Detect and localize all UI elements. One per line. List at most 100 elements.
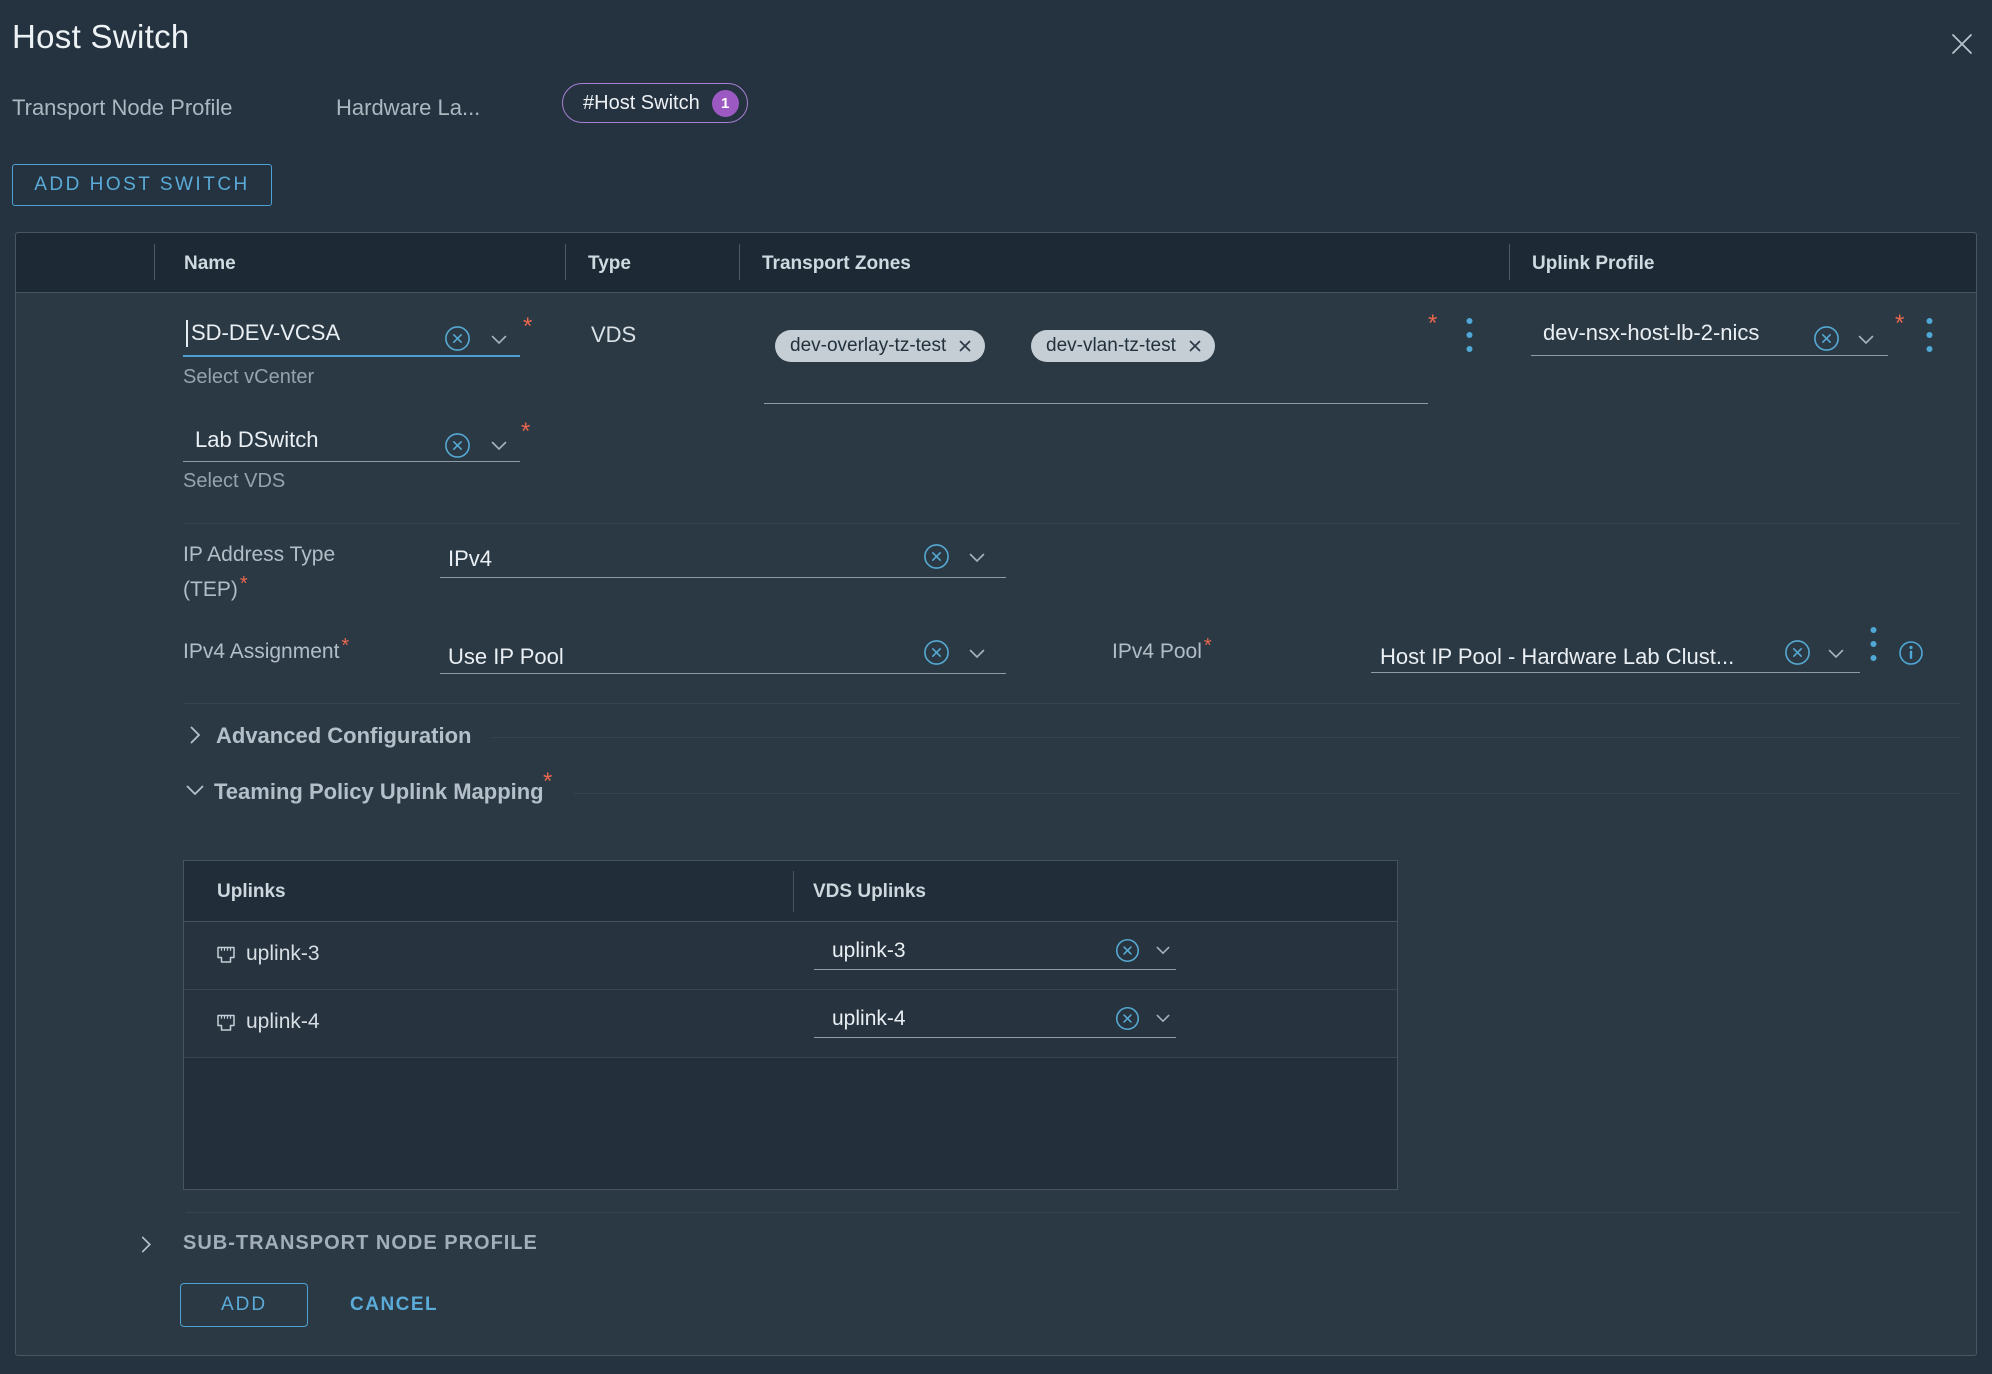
column-divider xyxy=(565,244,566,280)
uplink-name: uplink-3 xyxy=(246,942,320,966)
field-underline xyxy=(764,403,1428,404)
required-asterisk: * xyxy=(523,315,532,339)
column-header-transport-zones: Transport Zones xyxy=(762,253,911,275)
section-divider xyxy=(183,703,1960,704)
host-switch-tag-pill[interactable]: #Host Switch 1 xyxy=(562,83,748,123)
chevron-down-icon[interactable] xyxy=(186,785,204,796)
vds-uplink-select[interactable]: uplink-4 xyxy=(814,1000,1176,1038)
clear-vds-icon[interactable] xyxy=(444,432,471,459)
page-title: Host Switch xyxy=(12,18,190,56)
tab-transport-node-profile[interactable]: Transport Node Profile xyxy=(12,95,233,121)
column-header-type: Type xyxy=(588,253,631,275)
teaming-table-row: uplink-3 uplink-3 xyxy=(184,922,1397,990)
add-host-switch-button[interactable]: ADD HOST SWITCH xyxy=(12,164,272,206)
required-asterisk: * xyxy=(1428,312,1437,336)
uplink-profile-kebab-icon[interactable] xyxy=(1926,317,1933,353)
field-underline xyxy=(183,355,520,357)
grid-header-row xyxy=(16,233,1976,293)
host-switch-dialog: Host Switch Transport Node Profile Hardw… xyxy=(0,0,1992,1374)
add-button[interactable]: ADD xyxy=(180,1283,308,1327)
clear-uplink-profile-icon[interactable] xyxy=(1813,325,1840,352)
teaming-table-header: Uplinks VDS Uplinks xyxy=(184,861,1397,922)
chevron-down-icon[interactable] xyxy=(491,335,507,345)
tag-count-badge: 1 xyxy=(712,90,739,117)
section-divider xyxy=(183,523,1960,524)
ipv4-assignment-select-value[interactable]: Use IP Pool xyxy=(448,644,564,670)
field-underline xyxy=(440,577,1006,578)
ip-address-type-label: IP Address Type xyxy=(183,543,335,567)
uplink-name: uplink-4 xyxy=(246,1010,320,1034)
column-divider xyxy=(154,244,155,280)
vcenter-select-value[interactable]: SD-DEV-VCSA xyxy=(191,320,340,346)
column-header-uplinks: Uplinks xyxy=(217,881,286,903)
type-value: VDS xyxy=(591,322,636,348)
required-asterisk: * xyxy=(1895,312,1904,336)
section-rule xyxy=(574,793,1960,794)
required-asterisk: * xyxy=(1204,635,1212,657)
chevron-down-icon[interactable] xyxy=(1828,649,1844,659)
chevron-down-icon[interactable] xyxy=(1858,335,1874,345)
clear-vds-uplink-icon[interactable] xyxy=(1115,938,1140,963)
column-divider xyxy=(1509,244,1510,280)
chevron-down-icon[interactable] xyxy=(1156,1014,1170,1023)
ipv4-pool-select-value[interactable]: Host IP Pool - Hardware Lab Clust... xyxy=(1380,644,1734,670)
vds-helper-text: Select VDS xyxy=(183,470,285,493)
chip-label: dev-overlay-tz-test xyxy=(790,335,946,357)
vds-uplink-select[interactable]: uplink-3 xyxy=(814,932,1176,970)
info-icon[interactable] xyxy=(1898,640,1924,666)
ip-address-type-label-line2: (TEP)* xyxy=(183,578,248,602)
column-divider xyxy=(793,871,794,912)
transport-zone-chip: dev-overlay-tz-test xyxy=(775,330,985,362)
ip-address-type-select-value[interactable]: IPv4 xyxy=(448,546,492,572)
clear-ipv4-assignment-icon[interactable] xyxy=(923,639,950,666)
clear-vcenter-icon[interactable] xyxy=(444,325,471,352)
remove-chip-icon[interactable] xyxy=(958,339,972,353)
chevron-down-icon[interactable] xyxy=(969,553,985,563)
chevron-down-icon[interactable] xyxy=(491,441,507,451)
section-advanced-configuration[interactable]: Advanced Configuration xyxy=(216,723,471,749)
tag-label: #Host Switch xyxy=(583,92,700,115)
section-teaming-policy[interactable]: Teaming Policy Uplink Mapping xyxy=(214,779,544,805)
ethernet-port-icon xyxy=(214,944,238,968)
clear-ip-type-icon[interactable] xyxy=(923,543,950,570)
clear-vds-uplink-icon[interactable] xyxy=(1115,1006,1140,1031)
column-header-vds-uplinks: VDS Uplinks xyxy=(813,881,926,903)
close-icon[interactable] xyxy=(1948,30,1976,58)
vds-uplink-select-value: uplink-4 xyxy=(832,1007,1115,1031)
chevron-right-icon[interactable] xyxy=(190,726,201,744)
column-divider xyxy=(739,244,740,280)
required-asterisk: * xyxy=(521,420,530,444)
vcenter-helper-text: Select vCenter xyxy=(183,366,314,389)
chevron-down-icon[interactable] xyxy=(1156,946,1170,955)
ipv4-assignment-label: IPv4 Assignment* xyxy=(183,640,349,664)
chevron-right-icon[interactable] xyxy=(141,1236,152,1253)
section-sub-transport-node-profile[interactable]: SUB-TRANSPORT NODE PROFILE xyxy=(183,1232,538,1255)
section-divider xyxy=(186,1212,1960,1213)
field-underline xyxy=(1531,355,1888,356)
uplink-profile-select-value[interactable]: dev-nsx-host-lb-2-nics xyxy=(1543,320,1759,346)
remove-chip-icon[interactable] xyxy=(1188,339,1202,353)
chevron-down-icon[interactable] xyxy=(969,649,985,659)
vds-uplink-select-value: uplink-3 xyxy=(832,939,1115,963)
teaming-uplink-table: Uplinks VDS Uplinks uplink-3 uplink-3 xyxy=(183,860,1398,1190)
ipv4-pool-kebab-icon[interactable] xyxy=(1870,626,1877,662)
text-cursor xyxy=(186,320,188,347)
section-rule xyxy=(492,737,1960,738)
required-asterisk: * xyxy=(240,573,248,595)
required-asterisk: * xyxy=(543,770,552,794)
field-underline xyxy=(1371,672,1860,673)
field-underline xyxy=(183,461,520,462)
tab-hardware-lab[interactable]: Hardware La... xyxy=(336,95,480,121)
clear-ipv4-pool-icon[interactable] xyxy=(1784,639,1811,666)
field-underline xyxy=(440,673,1006,674)
transport-zone-chip: dev-vlan-tz-test xyxy=(1031,330,1215,362)
ethernet-port-icon xyxy=(214,1012,238,1036)
teaming-table-row: uplink-4 uplink-4 xyxy=(184,990,1397,1058)
transport-zones-kebab-icon[interactable] xyxy=(1466,317,1473,353)
column-header-uplink-profile: Uplink Profile xyxy=(1532,253,1654,275)
chip-label: dev-vlan-tz-test xyxy=(1046,335,1176,357)
required-asterisk: * xyxy=(341,635,349,657)
cancel-button[interactable]: CANCEL xyxy=(350,1294,438,1316)
column-header-name: Name xyxy=(184,253,236,275)
vds-select-value[interactable]: Lab DSwitch xyxy=(195,427,319,453)
